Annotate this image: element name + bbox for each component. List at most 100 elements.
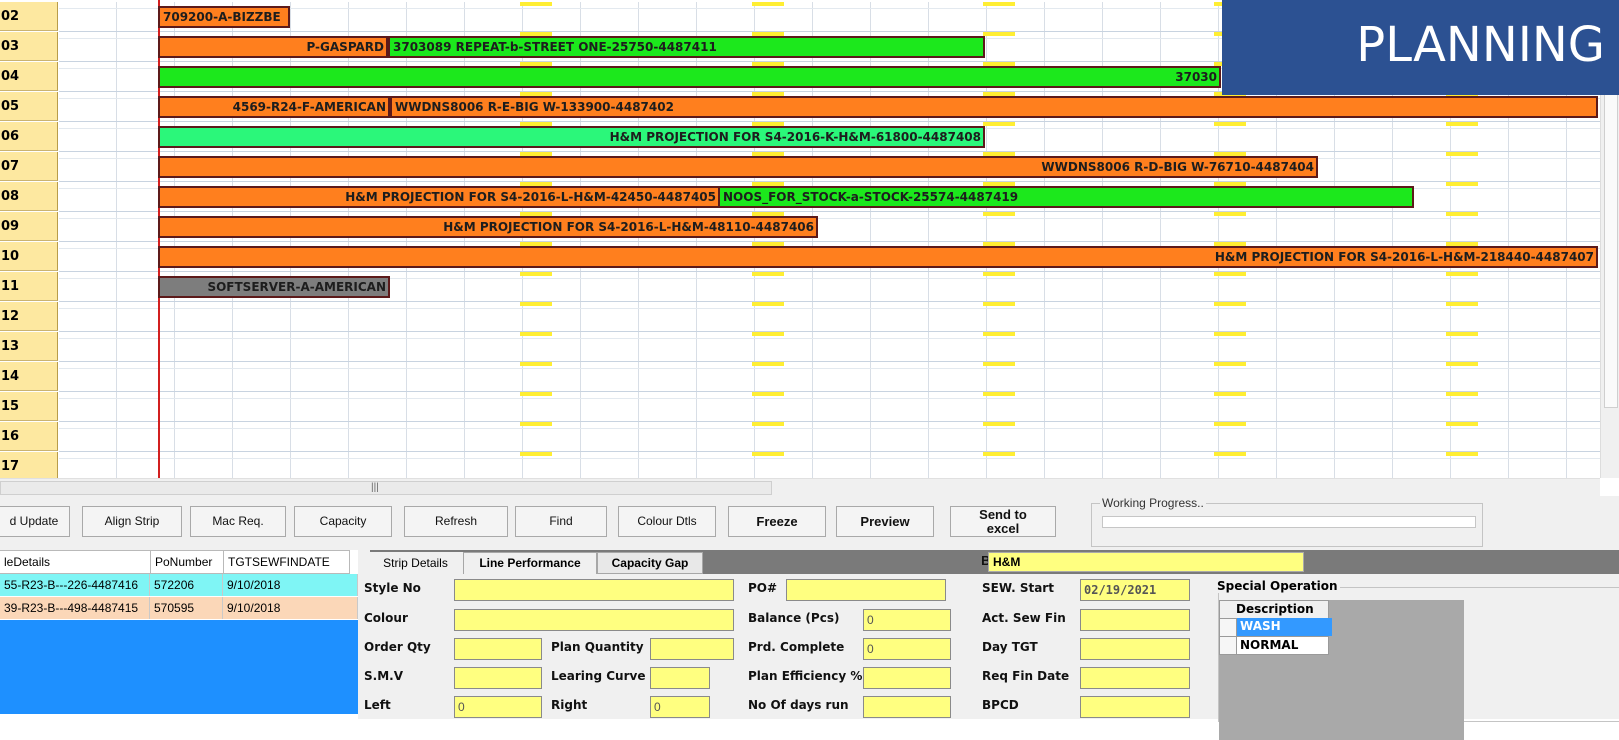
list-selection-area[interactable] [0, 620, 358, 714]
send-to-label: Send to [979, 507, 1027, 522]
checkbox-icon[interactable] [1220, 637, 1237, 654]
plan-strip[interactable]: H&M PROJECTION FOR S4-2016-L-H&M-42450-4… [158, 186, 720, 208]
day-tgt-field[interactable] [1080, 638, 1190, 660]
day-tgt-label: Day TGT [982, 640, 1038, 654]
order-qty-label: Order Qty [364, 640, 431, 654]
weekend-marker [983, 302, 1015, 306]
bpcd-field[interactable] [1080, 696, 1190, 718]
tab-line-performance[interactable]: Line Performance [463, 552, 597, 574]
col-header-details[interactable]: leDetails [0, 550, 151, 574]
plan-strip[interactable]: H&M PROJECTION FOR S4-2016-L-H&M-48110-4… [158, 216, 818, 238]
sew-start-label: SEW. Start [982, 581, 1054, 595]
list-cell-details: 39-R23-B---498-4487415 [0, 597, 150, 619]
toolbar: d Update Align Strip Mac Req. Capacity R… [0, 496, 1619, 550]
grid-row[interactable]: 12 [0, 302, 1600, 332]
special-op-item-normal[interactable]: NORMAL [1219, 636, 1329, 655]
plan-strip[interactable]: H&M PROJECTION FOR S4-2016-L-H&M-218440-… [158, 246, 1598, 268]
weekend-marker [520, 302, 552, 306]
planning-banner: PLANNING [1222, 0, 1619, 95]
find-button[interactable]: Find [515, 506, 607, 537]
weekend-marker [520, 362, 552, 366]
plan-strip[interactable]: WWDNS8006 R-E-BIG W-133900-4487402 [390, 96, 1598, 118]
plan-strip[interactable]: 37030 [158, 66, 1221, 88]
req-fin-date-field[interactable] [1080, 667, 1190, 689]
weekend-marker [1446, 272, 1478, 276]
special-op-header: Description [1219, 600, 1329, 619]
weekend-marker [1446, 362, 1478, 366]
col-header-ponumber[interactable]: PoNumber [150, 550, 224, 574]
tab-strip-details[interactable]: Strip Details [368, 552, 463, 574]
grid-row[interactable]: 17 [0, 452, 1600, 478]
plan-strip[interactable]: NOOS_FOR_STOCK-a-STOCK-25574-4487419 [718, 186, 1414, 208]
plan-strip[interactable]: P-GASPARD [158, 36, 388, 58]
grid-row[interactable]: 16 [0, 422, 1600, 452]
mac-req-button[interactable]: Mac Req. [190, 506, 286, 537]
row-subline [59, 428, 1600, 429]
horizontal-scroll-thumb[interactable]: ||| [0, 481, 772, 495]
weekend-marker [1214, 302, 1246, 306]
colour-dtls-button[interactable]: Colour Dtls [618, 506, 716, 537]
horizontal-scrollbar[interactable]: ||| [0, 478, 1600, 496]
right-label: Right [551, 698, 588, 712]
style-no-label: Style No [364, 581, 421, 595]
capacity-button[interactable]: Capacity [294, 506, 392, 537]
align-strip-button[interactable]: Align Strip [82, 506, 182, 537]
grid-row[interactable]: 15 [0, 392, 1600, 422]
days-run-field[interactable] [863, 696, 951, 718]
grid-row[interactable]: 13 [0, 332, 1600, 362]
weekend-marker [1214, 422, 1246, 426]
req-fin-date-label: Req Fin Date [982, 669, 1070, 683]
right-field[interactable]: 0 [650, 696, 710, 718]
row-cells[interactable] [59, 302, 1600, 332]
grip-icon: ||| [371, 482, 379, 493]
weekend-marker [1446, 182, 1478, 186]
plan-strip[interactable]: 3703089 REPEAT-b-STREET ONE-25750-448741… [388, 36, 985, 58]
preview-button[interactable]: Preview [836, 506, 934, 537]
act-sew-fin-field[interactable] [1080, 609, 1190, 631]
col-header-tgtsewfindate[interactable]: TGTSEWFINDATE [223, 550, 350, 574]
row-label: 12 [0, 302, 58, 331]
row-cells[interactable] [59, 422, 1600, 452]
plan-efficiency-field[interactable] [863, 667, 951, 689]
row-label: 16 [0, 422, 58, 451]
row-cells[interactable] [59, 332, 1600, 362]
weekend-marker [1214, 362, 1246, 366]
plan-strip[interactable]: 4569-R24-F-AMERICAN [158, 96, 390, 118]
style-no-field[interactable] [454, 579, 734, 601]
sew-start-field[interactable]: 02/19/2021 [1080, 579, 1190, 601]
weekend-marker [1214, 392, 1246, 396]
update-button[interactable]: d Update [0, 506, 70, 537]
order-qty-field[interactable] [454, 638, 542, 660]
balance-field[interactable]: 0 [863, 609, 951, 631]
learning-curve-field[interactable] [650, 667, 710, 689]
list-row[interactable]: 39-R23-B---498-4487415 570595 9/10/2018 [0, 597, 358, 619]
send-to-excel-button[interactable]: Send to excel [950, 506, 1056, 537]
row-cells[interactable] [59, 452, 1600, 478]
special-operation-list[interactable]: Description WASH NORMAL [1219, 600, 1464, 740]
plan-strip[interactable]: SOFTSERVER-A-AMERICAN [158, 276, 390, 298]
style-list[interactable]: leDetails PoNumber TGTSEWFINDATE 55-R23-… [0, 550, 358, 719]
colour-field[interactable] [454, 609, 734, 631]
plan-strip[interactable]: 709200-A-BIZZBE [158, 6, 290, 28]
plan-strip[interactable]: WWDNS8006 R-D-BIG W-76710-4487404 [158, 156, 1318, 178]
refresh-button[interactable]: Refresh [404, 506, 508, 537]
freeze-button[interactable]: Freeze [728, 506, 826, 537]
prd-complete-field[interactable]: 0 [863, 638, 951, 660]
list-row[interactable]: 55-R23-B---226-4487416 572206 9/10/2018 [0, 574, 358, 596]
po-field[interactable] [786, 579, 946, 601]
row-cells[interactable] [59, 392, 1600, 422]
left-field[interactable]: 0 [454, 696, 542, 718]
po-label: PO# [748, 581, 778, 595]
smv-field[interactable] [454, 667, 542, 689]
grid-row[interactable]: 14 [0, 362, 1600, 392]
plan-quantity-field[interactable] [650, 638, 734, 660]
tab-capacity-gap[interactable]: Capacity Gap [597, 552, 703, 574]
checkbox-icon[interactable] [1220, 619, 1237, 636]
special-op-item-wash[interactable]: WASH [1219, 618, 1332, 637]
row-label: 15 [0, 392, 58, 421]
buyer-field[interactable]: H&M [988, 552, 1304, 572]
plan-strip[interactable]: H&M PROJECTION FOR S4-2016-K-H&M-61800-4… [158, 126, 985, 148]
row-subline [59, 338, 1600, 339]
row-cells[interactable] [59, 362, 1600, 392]
weekend-marker [752, 362, 784, 366]
